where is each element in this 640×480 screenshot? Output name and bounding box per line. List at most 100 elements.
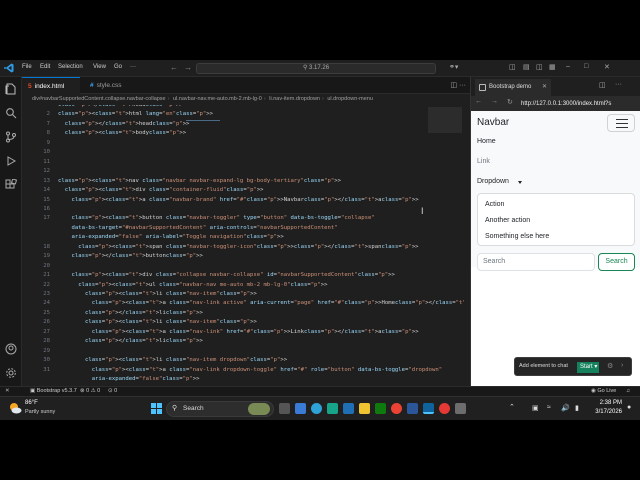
breadcrumb-item[interactable]: div#navbarSupportedContent.collapse.navb…: [32, 96, 166, 102]
chrome-profile-icon[interactable]: [439, 403, 450, 414]
code-line: class="p"></class="t">liclass="p">>: [84, 309, 203, 316]
nav-link-link[interactable]: Link: [477, 158, 490, 165]
volume-icon[interactable]: 🔊: [561, 404, 570, 412]
notifications-icon[interactable]: ●: [627, 404, 631, 411]
line-number: 2: [46, 111, 50, 118]
code-line: class="p"><class="t">button class="navba…: [71, 215, 375, 222]
windows-start-icon[interactable]: [151, 403, 162, 414]
menu-selection[interactable]: Selection: [58, 64, 83, 70]
weather-description[interactable]: Partly sunny: [25, 409, 55, 415]
split-editor-icon[interactable]: ◫: [599, 81, 606, 89]
close-icon[interactable]: ✕: [604, 63, 610, 71]
command-center[interactable]: ⚲ 3.17.26: [196, 63, 436, 74]
chrome-icon[interactable]: [391, 403, 402, 414]
minimap[interactable]: [428, 107, 462, 133]
chevron-right-icon[interactable]: ›: [621, 362, 623, 369]
navbar-brand[interactable]: Navbar: [477, 117, 509, 128]
search-button[interactable]: Search: [598, 253, 635, 271]
search-icon[interactable]: [5, 107, 17, 119]
source-control-icon[interactable]: [5, 131, 17, 143]
tab-index-html[interactable]: 5 index.html: [22, 77, 80, 94]
ports-indicator[interactable]: ⊙ 0: [108, 388, 117, 394]
run-debug-icon[interactable]: [5, 155, 17, 167]
code-line: class="p"></class="t">buttonclass="p">>: [71, 253, 203, 260]
edge-browser-icon[interactable]: [311, 403, 322, 414]
line-number: 16: [43, 205, 50, 212]
nav-link-dropdown[interactable]: Dropdown: [477, 178, 509, 185]
terminal-icon[interactable]: [455, 403, 466, 414]
menu-more[interactable]: ···: [130, 64, 136, 70]
tab-label: style.css: [96, 82, 122, 89]
editor-more-actions-icon[interactable]: ◫ ···: [450, 81, 466, 89]
notifications-bell-icon[interactable]: ♫: [626, 388, 630, 394]
forward-arrow-icon[interactable]: →: [184, 63, 192, 72]
forward-arrow-icon[interactable]: →: [491, 98, 498, 105]
bootstrap-navbar: Navbar Home Link Dropdown Action Another…: [471, 111, 640, 267]
url-bar[interactable]: http://127.0.0.1:3000/index.html?s: [521, 99, 639, 109]
dropdown-item-something-else[interactable]: Something else here: [485, 233, 549, 240]
vscode-taskbar-icon[interactable]: [423, 403, 434, 414]
menu-go[interactable]: Go: [114, 64, 122, 70]
line-number: 8: [46, 130, 50, 137]
line-number: 31: [43, 366, 50, 373]
clock-time[interactable]: 2:38 PM: [592, 400, 622, 406]
line-number: 15: [43, 196, 50, 203]
breadcrumb-item[interactable]: li.nav-item.dropdown: [269, 96, 320, 102]
wifi-icon[interactable]: ≈: [547, 404, 551, 411]
clock-date[interactable]: 3/17/2026: [588, 409, 622, 415]
start-button[interactable]: Start ▾: [577, 362, 599, 373]
code-line: class="p"><class="t">a class="navbar-bra…: [71, 196, 419, 203]
tab-style-css[interactable]: # style.css: [84, 77, 144, 94]
browser-toolbar: ← → ↻ http://127.0.0.1:3000/index.html?s: [471, 96, 640, 111]
back-arrow-icon[interactable]: ←: [170, 63, 178, 72]
menu-view[interactable]: View: [93, 64, 106, 70]
menu-file[interactable]: File: [22, 64, 32, 70]
navbar-toggler-button[interactable]: [607, 114, 635, 132]
word-icon[interactable]: [407, 403, 418, 414]
settings-gear-icon[interactable]: ⚙: [607, 362, 613, 370]
code-line: aria-expanded="false"class="p">>: [91, 376, 200, 383]
reload-icon[interactable]: ↻: [507, 98, 513, 106]
browser-tab[interactable]: Bootstrap demo ✕: [475, 79, 551, 96]
close-icon[interactable]: ✕: [542, 79, 547, 96]
maximize-icon[interactable]: □: [584, 63, 588, 70]
problems-indicator[interactable]: ⊗ 0 ⚠ 0: [80, 388, 100, 394]
search-input[interactable]: Search: [477, 253, 595, 271]
extensions-icon[interactable]: [5, 179, 17, 191]
back-arrow-icon[interactable]: ←: [475, 98, 482, 105]
toggle-sidebar-icon[interactable]: ◫: [509, 63, 516, 71]
dropdown-item-another-action[interactable]: Another action: [485, 217, 530, 224]
copilot-icon[interactable]: ⚭▾: [449, 63, 458, 71]
show-hidden-icons-chevron-icon[interactable]: ⌃: [509, 403, 515, 411]
visual-studio-icon[interactable]: [343, 403, 354, 414]
bootstrap-version[interactable]: ▣ Bootstrap v5.3.7: [30, 388, 77, 394]
weather-temperature[interactable]: 86°F: [25, 400, 38, 406]
code-line: class="p"></class="t">headclass="p">>: [64, 120, 190, 127]
task-view-icon[interactable]: [279, 403, 290, 414]
breadcrumb-item[interactable]: ul.navbar-nav.me-auto.mb-2.mb-lg-0: [173, 96, 262, 102]
excel-icon[interactable]: [375, 403, 386, 414]
code-editor[interactable]: class="p"></class="t">headclass="p">> 2 cl…: [22, 105, 470, 403]
explorer-icon[interactable]: [5, 83, 17, 95]
remote-indicator-icon[interactable]: ⨯: [5, 388, 10, 394]
breadcrumb-item[interactable]: ul.dropdown-menu: [327, 96, 373, 102]
partly-sunny-icon[interactable]: [8, 401, 22, 415]
settings-gear-icon[interactable]: [5, 367, 17, 379]
dropdown-item-action[interactable]: Action: [485, 201, 504, 208]
line-number: 28: [43, 338, 50, 345]
more-actions-icon[interactable]: ···: [615, 81, 622, 88]
tray-app-icon[interactable]: ▣: [532, 404, 539, 412]
minimize-icon[interactable]: –: [566, 63, 570, 70]
nav-link-home[interactable]: Home: [477, 138, 496, 145]
file-explorer-icon[interactable]: [359, 403, 370, 414]
search-icon: ⚲: [172, 405, 178, 412]
widgets-icon[interactable]: [295, 403, 306, 414]
toggle-panel-icon[interactable]: ▤: [523, 63, 530, 71]
go-live-button[interactable]: ◉ Go Live: [591, 388, 616, 394]
copilot-app-icon[interactable]: [327, 403, 338, 414]
battery-icon[interactable]: ▮: [575, 404, 579, 412]
menu-edit[interactable]: Edit: [40, 64, 50, 70]
layout-icon[interactable]: ▦: [549, 63, 556, 71]
account-icon[interactable]: [5, 343, 17, 355]
toggle-secondary-sidebar-icon[interactable]: ◫: [536, 63, 543, 71]
